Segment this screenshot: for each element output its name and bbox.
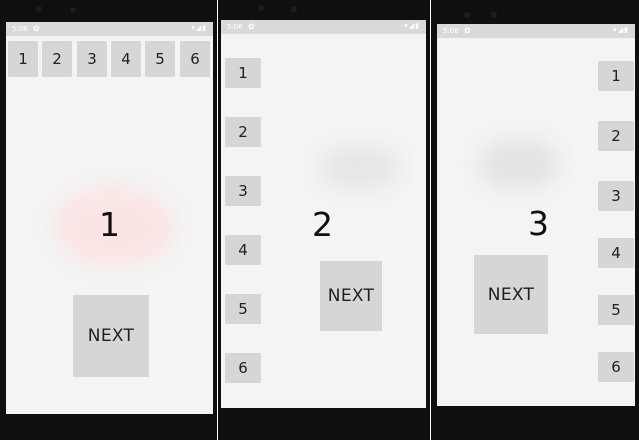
- settings-icon: ✿: [33, 24, 40, 33]
- next-button[interactable]: NEXT: [73, 295, 149, 377]
- status-time: 5:06: [227, 23, 243, 31]
- button-5[interactable]: 5: [145, 41, 175, 77]
- button-6[interactable]: 6: [225, 353, 261, 383]
- settings-icon: ✿: [248, 22, 255, 31]
- status-icons: ▾◢▮: [191, 24, 207, 32]
- status-bar: 5:06 ✿ ▾◢▮: [221, 20, 426, 34]
- button-5[interactable]: 5: [598, 295, 634, 325]
- next-button[interactable]: NEXT: [320, 261, 382, 331]
- screen-2: 5:06 ✿ ▾◢▮ 1 2 3 4 5 6 2 NEXT: [221, 20, 426, 408]
- blurred-background-shape: [479, 139, 559, 189]
- page-number: 1: [99, 205, 120, 244]
- button-6[interactable]: 6: [180, 41, 210, 77]
- button-2[interactable]: 2: [42, 41, 72, 77]
- phone-2: 5:06 ✿ ▾◢▮ 1 2 3 4 5 6 2 NEXT: [218, 0, 430, 440]
- button-3[interactable]: 3: [225, 176, 261, 206]
- button-3[interactable]: 3: [77, 41, 107, 77]
- button-1[interactable]: 1: [8, 41, 38, 77]
- status-time: 5:06: [443, 27, 459, 35]
- sensor-icon: [70, 7, 76, 13]
- button-2[interactable]: 2: [598, 121, 634, 151]
- status-time: 5:06: [12, 25, 28, 33]
- camera-icon: [258, 5, 264, 11]
- phone-3: 5:06 ✿ ▾◢▮ 1 2 3 4 5 6 3 NEXT: [431, 0, 639, 440]
- status-bar: 5:06 ✿ ▾◢▮: [6, 22, 213, 36]
- button-1[interactable]: 1: [225, 58, 261, 88]
- settings-icon: ✿: [464, 26, 471, 35]
- sensor-icon: [291, 6, 297, 12]
- button-4[interactable]: 4: [111, 41, 141, 77]
- status-icons: ▾◢▮: [613, 26, 629, 34]
- next-button[interactable]: NEXT: [474, 255, 548, 334]
- button-2[interactable]: 2: [225, 117, 261, 147]
- camera-icon: [464, 12, 470, 18]
- screen-1: 5:06 ✿ ▾◢▮ 1 2 3 4 5 6 1 NEXT: [6, 22, 213, 414]
- button-4[interactable]: 4: [225, 235, 261, 265]
- screen-3: 5:06 ✿ ▾◢▮ 1 2 3 4 5 6 3 NEXT: [437, 24, 635, 406]
- camera-icon: [36, 6, 42, 12]
- status-icons: ▾◢▮: [404, 22, 420, 30]
- button-4[interactable]: 4: [598, 238, 634, 268]
- button-6[interactable]: 6: [598, 352, 634, 382]
- status-bar: 5:06 ✿ ▾◢▮: [437, 24, 635, 38]
- page-number: 2: [312, 205, 333, 244]
- sensor-icon: [491, 12, 497, 18]
- button-3[interactable]: 3: [598, 181, 634, 211]
- phone-1: 5:06 ✿ ▾◢▮ 1 2 3 4 5 6 1 NEXT: [0, 0, 217, 440]
- page-number: 3: [528, 204, 549, 243]
- button-5[interactable]: 5: [225, 294, 261, 324]
- blurred-background-shape: [319, 145, 399, 190]
- button-1[interactable]: 1: [598, 61, 634, 91]
